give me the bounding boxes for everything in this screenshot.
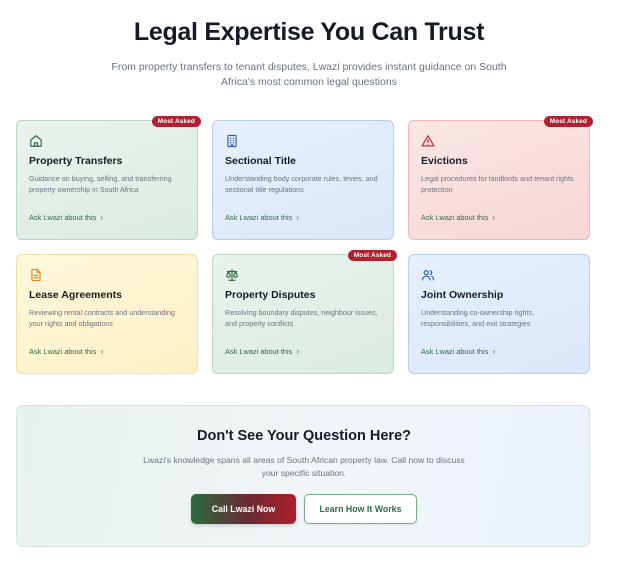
most-asked-badge: Most Asked	[543, 116, 593, 127]
card-property-disputes[interactable]: Most Asked Property Disputes Resolving b…	[212, 250, 397, 374]
chevron-right-icon: ›	[492, 347, 496, 356]
card-joint-ownership[interactable]: Joint Ownership Understanding co-ownersh…	[408, 254, 590, 374]
card-property-transfers[interactable]: Most Asked Property Transfers Guidance o…	[16, 116, 201, 240]
ask-lwazi-link[interactable]: Ask Lwazi about this ›	[421, 347, 495, 356]
card-title: Evictions	[421, 155, 468, 167]
topic-grid: Most Asked Property Transfers Guidance o…	[16, 116, 593, 374]
ask-lwazi-link[interactable]: Ask Lwazi about this ›	[29, 213, 103, 222]
page-subtitle: From property transfers to tenant disput…	[111, 61, 507, 88]
card-sectional-title[interactable]: Sectional Title Understanding body corpo…	[212, 120, 394, 240]
card-title: Property Transfers	[29, 155, 123, 167]
card-title: Property Disputes	[225, 289, 316, 301]
card-description: Reviewing rental contracts and understan…	[29, 308, 175, 328]
ask-lwazi-link-label: Ask Lwazi about this	[421, 347, 489, 356]
cta-panel: Don't See Your Question Here? Lwazi's kn…	[16, 405, 590, 547]
card-description: Resolving boundary disputes, neighbour i…	[225, 308, 378, 328]
ask-lwazi-link-label: Ask Lwazi about this	[225, 213, 293, 222]
card-title: Joint Ownership	[421, 289, 504, 301]
building-icon	[227, 134, 237, 148]
users-icon	[421, 270, 435, 281]
learn-how-it-works-button[interactable]: Learn How It Works	[304, 494, 417, 524]
most-asked-badge: Most Asked	[347, 250, 397, 261]
alert-triangle-icon	[421, 135, 435, 147]
card-evictions[interactable]: Most Asked Evictions Legal procedures fo…	[408, 116, 593, 240]
ask-lwazi-link[interactable]: Ask Lwazi about this ›	[421, 213, 495, 222]
card-title: Lease Agreements	[29, 289, 122, 301]
document-icon	[31, 268, 41, 282]
chevron-right-icon: ›	[100, 213, 104, 222]
ask-lwazi-link[interactable]: Ask Lwazi about this ›	[29, 347, 103, 356]
card-description: Understanding co-ownership rights, respo…	[421, 308, 535, 328]
page-title: Legal Expertise You Can Trust	[133, 18, 485, 46]
card-lease-agreements[interactable]: Lease Agreements Reviewing rental contra…	[16, 254, 198, 374]
ask-lwazi-link-label: Ask Lwazi about this	[225, 347, 293, 356]
card-title: Sectional Title	[225, 155, 296, 167]
chevron-right-icon: ›	[296, 347, 300, 356]
ask-lwazi-link-label: Ask Lwazi about this	[29, 347, 97, 356]
scales-icon	[226, 269, 238, 281]
chevron-right-icon: ›	[296, 213, 300, 222]
ask-lwazi-link-label: Ask Lwazi about this	[421, 213, 489, 222]
ask-lwazi-link[interactable]: Ask Lwazi about this ›	[225, 347, 299, 356]
card-description: Legal procedures for landlords and tenan…	[421, 174, 574, 194]
card-description: Guidance on buying, selling, and transfe…	[29, 174, 172, 194]
call-lwazi-button[interactable]: Call Lwazi Now	[191, 494, 296, 524]
most-asked-badge: Most Asked	[151, 116, 201, 127]
ask-lwazi-link-label: Ask Lwazi about this	[29, 213, 97, 222]
cta-text: Lwazi's knowledge spans all areas of Sou…	[143, 455, 465, 478]
home-icon	[30, 135, 42, 147]
cta-title: Don't See Your Question Here?	[196, 428, 411, 444]
card-description: Understanding body corporate rules, levi…	[225, 174, 378, 194]
chevron-right-icon: ›	[492, 213, 496, 222]
chevron-right-icon: ›	[100, 347, 104, 356]
ask-lwazi-link[interactable]: Ask Lwazi about this ›	[225, 213, 299, 222]
